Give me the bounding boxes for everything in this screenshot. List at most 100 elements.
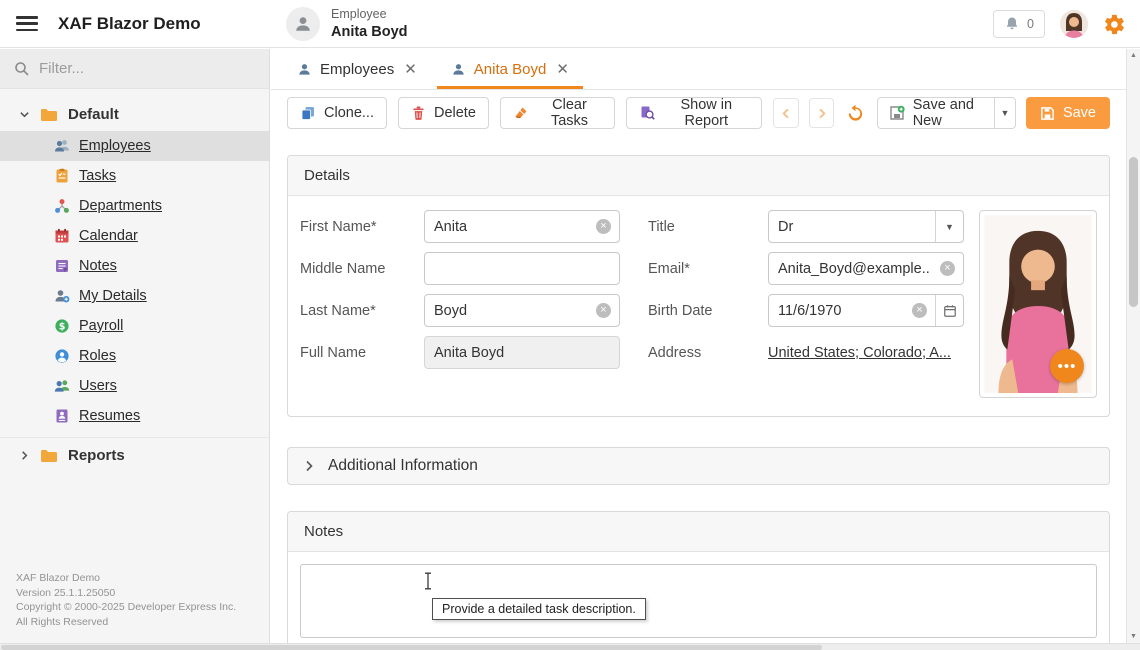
notes-textarea[interactable]: Provide a detailed task description. <box>300 564 1097 638</box>
chevron-down-icon <box>18 109 30 120</box>
sidebar-item-calendar[interactable]: Calendar <box>0 221 269 251</box>
sidebar-item-notes[interactable]: Notes <box>0 251 269 281</box>
sidebar-item-payroll[interactable]: $ Payroll <box>0 311 269 341</box>
footer-line: Copyright © 2000-2025 Developer Express … <box>16 600 236 615</box>
save-and-new-label: Save and New <box>913 97 983 129</box>
tab-employees[interactable]: Employees ✕ <box>283 49 431 89</box>
save-and-new-button[interactable]: Save and New <box>878 98 994 128</box>
notes-icon <box>54 258 70 274</box>
next-record-button[interactable] <box>809 98 834 128</box>
sidebar-item-label: Calendar <box>79 228 138 244</box>
footer-line: XAF Blazor Demo <box>16 571 236 586</box>
save-and-new-split-button: Save and New ▼ <box>877 97 1016 129</box>
svg-text:$: $ <box>59 321 66 332</box>
save-new-icon <box>889 105 905 121</box>
address-link[interactable]: United States; Colorado; A... <box>768 345 951 361</box>
sidebar-item-employees[interactable]: Employees <box>0 131 269 161</box>
sidebar-item-roles[interactable]: Roles <box>0 341 269 371</box>
record-avatar <box>286 7 320 41</box>
resumes-icon <box>54 408 70 424</box>
main-content: Employees ✕ Anita Boyd ✕ Clone... Delete <box>271 49 1126 643</box>
calendar-editor-icon[interactable] <box>935 295 963 326</box>
horizontal-scrollbar[interactable] <box>0 643 1140 650</box>
hamburger-menu-icon[interactable] <box>16 16 38 31</box>
last-name-label: Last Name* <box>300 303 424 319</box>
delete-button[interactable]: Delete <box>398 97 489 129</box>
show-in-report-label: Show in Report <box>663 97 749 129</box>
report-search-icon <box>639 105 655 121</box>
sidebar-item-resumes[interactable]: Resumes <box>0 401 269 431</box>
title-input[interactable] <box>769 219 935 235</box>
notifications-count: 0 <box>1027 17 1034 31</box>
email-input[interactable] <box>769 261 940 277</box>
user-avatar[interactable] <box>1060 10 1088 38</box>
address-label: Address <box>648 345 768 361</box>
dropdown-caret-icon[interactable]: ▼ <box>935 211 963 242</box>
middle-name-input[interactable] <box>425 261 619 277</box>
notes-panel-header: Notes <box>288 512 1109 552</box>
gear-icon <box>1103 13 1126 36</box>
vertical-scrollbar-thumb[interactable] <box>1129 157 1138 307</box>
settings-button[interactable] <box>1103 13 1126 36</box>
filter-input[interactable] <box>39 60 255 77</box>
details-form: First Name* × Title ▼ Middle Name Email* <box>300 210 964 398</box>
email-field: × <box>768 252 964 285</box>
sidebar-item-tasks[interactable]: Tasks <box>0 161 269 191</box>
refresh-button[interactable] <box>844 104 867 123</box>
scroll-down-icon[interactable]: ▼ <box>1127 633 1140 640</box>
additional-information-panel[interactable]: Additional Information <box>287 447 1110 485</box>
tabs-bar: Employees ✕ Anita Boyd ✕ <box>271 49 1126 90</box>
last-name-input[interactable] <box>425 303 596 319</box>
toolbar: Clone... Delete Clear Tasks Show in Repo… <box>271 90 1126 136</box>
details-panel-header: Details <box>288 156 1109 196</box>
clear-icon[interactable]: × <box>940 261 955 276</box>
app-title: XAF Blazor Demo <box>58 14 201 34</box>
full-name-input <box>425 345 619 361</box>
clear-icon[interactable]: × <box>596 303 611 318</box>
dropdown-caret-icon[interactable]: ▼ <box>994 98 1015 128</box>
close-icon[interactable]: ✕ <box>404 60 417 78</box>
bell-icon <box>1004 16 1020 32</box>
sidebar-item-my-details[interactable]: My Details <box>0 281 269 311</box>
clear-icon[interactable]: × <box>912 303 927 318</box>
clone-button[interactable]: Clone... <box>287 97 387 129</box>
save-button[interactable]: Save <box>1026 97 1110 129</box>
scroll-up-icon[interactable]: ▲ <box>1127 52 1140 59</box>
sidebar-item-users[interactable]: Users <box>0 371 269 401</box>
clear-tasks-button[interactable]: Clear Tasks <box>500 97 615 129</box>
payroll-icon: $ <box>54 318 70 334</box>
delete-label: Delete <box>434 105 476 121</box>
horizontal-scrollbar-thumb[interactable] <box>1 645 822 650</box>
folder-icon <box>40 107 58 122</box>
my-details-icon <box>54 288 70 304</box>
tab-anita-boyd[interactable]: Anita Boyd ✕ <box>437 49 583 89</box>
record-name-label: Anita Boyd <box>331 23 408 41</box>
employees-icon <box>54 138 70 154</box>
search-icon <box>14 61 30 77</box>
email-label: Email* <box>648 261 768 277</box>
vertical-scrollbar[interactable]: ▲ ▼ <box>1126 49 1140 643</box>
first-name-input[interactable] <box>425 219 596 235</box>
trash-icon <box>411 105 426 121</box>
save-icon <box>1040 106 1055 121</box>
full-name-field <box>424 336 620 369</box>
clear-icon[interactable]: × <box>596 219 611 234</box>
full-name-label: Full Name <box>300 345 424 361</box>
sidebar-item-label: Users <box>79 378 117 394</box>
folder-icon <box>40 448 58 463</box>
next-icon <box>815 107 828 120</box>
nav-group-reports[interactable]: Reports <box>0 437 269 471</box>
more-icon[interactable]: ••• <box>1050 349 1084 383</box>
sidebar-item-departments[interactable]: Departments <box>0 191 269 221</box>
show-in-report-button[interactable]: Show in Report <box>626 97 762 129</box>
notifications-button[interactable]: 0 <box>993 10 1045 38</box>
birth-date-input[interactable] <box>769 303 912 319</box>
birth-date-field: × <box>768 294 964 327</box>
chevron-right-icon <box>303 460 315 472</box>
close-icon[interactable]: ✕ <box>556 60 569 78</box>
eraser-icon <box>513 105 529 121</box>
clone-icon <box>300 105 316 121</box>
notes-title: Notes <box>304 523 343 540</box>
nav-group-default[interactable]: Default <box>0 97 269 131</box>
previous-record-button[interactable] <box>773 98 798 128</box>
